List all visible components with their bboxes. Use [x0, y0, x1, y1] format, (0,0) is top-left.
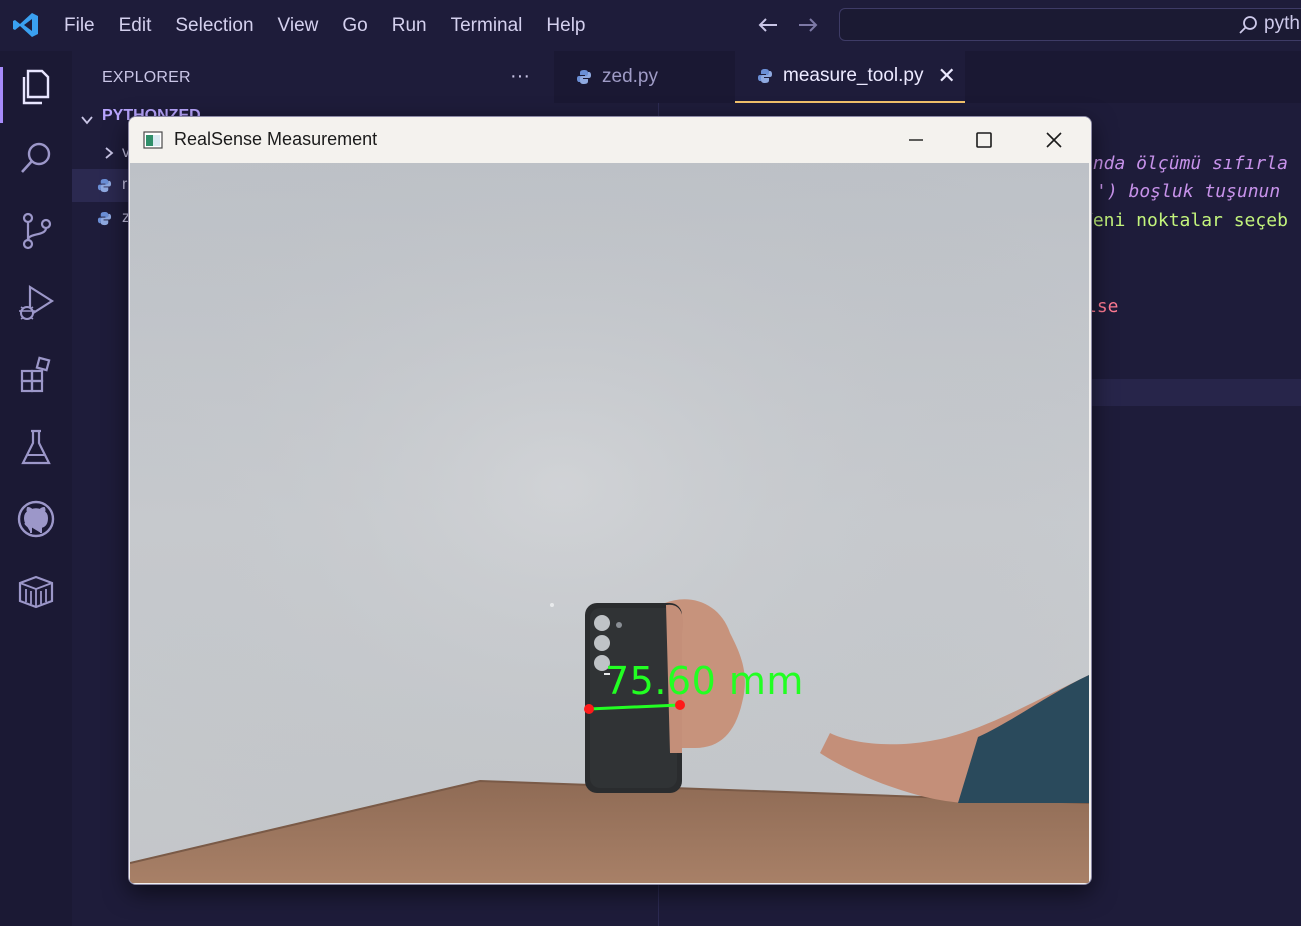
- search-icon: [1239, 16, 1257, 34]
- github-icon[interactable]: [14, 497, 58, 541]
- window-title: RealSense Measurement: [174, 129, 378, 149]
- tab-label: zed.py: [602, 66, 658, 87]
- python-file-icon: [97, 211, 112, 226]
- tab-measure-tool-py[interactable]: measure_tool.py ✕: [735, 51, 965, 103]
- menu-edit[interactable]: Edit: [119, 15, 152, 37]
- code-comment: ') boşluk tuşunun: [1096, 181, 1281, 202]
- back-arrow-icon[interactable]: [755, 12, 781, 38]
- close-tab-icon[interactable]: ✕: [937, 63, 955, 89]
- remote-explorer-icon[interactable]: [14, 569, 58, 613]
- forward-arrow-icon[interactable]: [795, 12, 821, 38]
- camera-frame-image: [130, 163, 1089, 883]
- explorer-icon[interactable]: [14, 65, 58, 109]
- title-bar: File Edit Selection View Go Run Terminal…: [0, 0, 1301, 51]
- menu-terminal[interactable]: Terminal: [451, 15, 523, 37]
- menu-help[interactable]: Help: [546, 15, 585, 37]
- python-file-icon: [577, 70, 591, 84]
- python-file-icon: [97, 178, 112, 193]
- search-icon[interactable]: [14, 137, 58, 181]
- tab-zed-py[interactable]: zed.py: [554, 51, 734, 103]
- activity-bar: [0, 51, 72, 926]
- extensions-icon[interactable]: [14, 353, 58, 397]
- camera-view[interactable]: 75.60 mm: [130, 163, 1089, 883]
- app-window-icon: [143, 131, 163, 149]
- command-center-search[interactable]: pyth: [839, 8, 1301, 41]
- source-control-icon[interactable]: [14, 209, 58, 253]
- menu-file[interactable]: File: [64, 15, 95, 37]
- menu-run[interactable]: Run: [392, 15, 427, 37]
- python-file-icon: [758, 69, 772, 83]
- editor-tabs: zed.py measure_tool.py ✕: [554, 51, 1301, 103]
- menu-selection[interactable]: Selection: [175, 15, 253, 37]
- more-actions-icon[interactable]: ···: [510, 65, 530, 88]
- testing-icon[interactable]: [14, 425, 58, 469]
- tree-row-label: r: [122, 176, 128, 193]
- measurement-label: 75.60 mm: [605, 659, 804, 703]
- maximize-icon[interactable]: [971, 127, 997, 153]
- menu-bar: File Edit Selection View Go Run Terminal…: [52, 0, 598, 51]
- menu-go[interactable]: Go: [342, 15, 367, 37]
- close-icon[interactable]: [1041, 127, 1067, 153]
- realsense-window: RealSense Measurement 75.60 mm: [128, 116, 1092, 885]
- code-comment: anda ölçümü sıfırla: [1082, 153, 1288, 174]
- run-debug-icon[interactable]: [14, 281, 58, 325]
- chevron-right-icon: [105, 147, 114, 159]
- tab-label: measure_tool.py: [783, 65, 924, 86]
- menu-view[interactable]: View: [278, 15, 319, 37]
- minimize-icon[interactable]: [903, 127, 929, 153]
- code-string: Yeni noktalar seçeb: [1082, 210, 1288, 231]
- vscode-logo-icon: [13, 13, 38, 37]
- window-title-bar[interactable]: RealSense Measurement: [129, 117, 1091, 163]
- explorer-title: EXPLORER: [102, 69, 191, 86]
- chevron-down-icon[interactable]: [80, 113, 94, 127]
- search-text: pyth: [1264, 13, 1300, 34]
- active-indicator: [0, 67, 3, 123]
